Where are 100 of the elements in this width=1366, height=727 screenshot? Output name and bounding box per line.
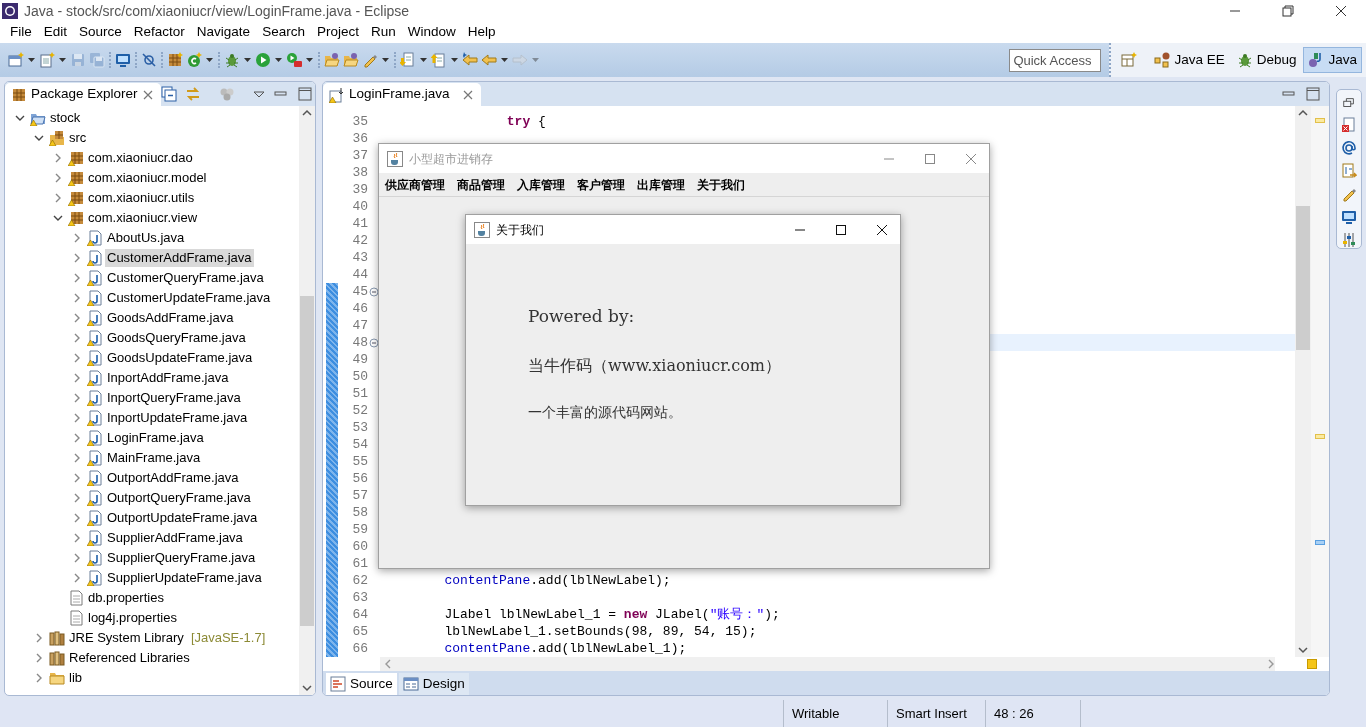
- close-icon[interactable]: [1333, 3, 1349, 19]
- tree-item[interactable]: SupplierQueryFrame.java: [105, 549, 258, 567]
- tree-item[interactable]: com.xiaoniucr.dao: [86, 149, 195, 167]
- tree-item[interactable]: com.xiaoniucr.model: [86, 169, 209, 187]
- tree-item[interactable]: GoodsQueryFrame.java: [105, 329, 248, 347]
- dropdown-caret-icon[interactable]: [381, 56, 390, 64]
- editor-tab[interactable]: Design: [398, 673, 469, 695]
- quick-access-field[interactable]: Quick Access: [1009, 48, 1102, 72]
- restore-icon[interactable]: [1342, 96, 1356, 110]
- pen-icon[interactable]: [1341, 186, 1357, 202]
- line-number: 60: [351, 537, 368, 556]
- open-folder-icon[interactable]: [343, 52, 359, 68]
- javadoc-icon[interactable]: [1341, 140, 1357, 156]
- tree-item[interactable]: SupplierAddFrame.java: [105, 529, 245, 547]
- horizontal-scrollbar[interactable]: [380, 657, 1275, 671]
- menu-item[interactable]: 出库管理: [637, 175, 685, 194]
- tree-item[interactable]: SupplierUpdateFrame.java: [105, 569, 264, 587]
- restore-icon[interactable]: [1280, 3, 1296, 19]
- dropdown-caret-icon[interactable]: [274, 56, 283, 64]
- tree-item[interactable]: OutportAddFrame.java: [105, 469, 241, 487]
- tree-item[interactable]: GoodsUpdateFrame.java: [105, 349, 255, 367]
- tree-item[interactable]: InportQueryFrame.java: [105, 389, 243, 407]
- menu-item[interactable]: Refactor: [127, 22, 191, 43]
- tree-item[interactable]: db.properties: [86, 589, 166, 607]
- menu-item[interactable]: 商品管理: [457, 175, 505, 194]
- warning-marker[interactable]: [1315, 434, 1325, 439]
- tree-item[interactable]: com.xiaoniucr.view: [86, 209, 200, 227]
- menu-item[interactable]: 客户管理: [577, 175, 625, 194]
- menu-item[interactable]: Source: [73, 22, 128, 43]
- close-icon[interactable]: [876, 223, 888, 236]
- collapse-all-icon[interactable]: [160, 86, 177, 102]
- run-tool-icon[interactable]: [286, 52, 302, 68]
- problems-view-icon[interactable]: [1341, 117, 1357, 133]
- open-perspective-icon[interactable]: [1121, 52, 1138, 68]
- menu-item[interactable]: 入库管理: [517, 175, 565, 194]
- package-icon[interactable]: [167, 52, 183, 68]
- tree-item[interactable]: InportUpdateFrame.java: [105, 409, 250, 427]
- filter-icon[interactable]: [218, 86, 235, 102]
- menu-item[interactable]: Project: [310, 22, 365, 43]
- collapse-icon[interactable]: [369, 337, 379, 348]
- tree-item[interactable]: CustomerQueryFrame.java: [105, 269, 266, 287]
- tree-item[interactable]: LoginFrame.java: [105, 429, 206, 447]
- menu-item[interactable]: 关于我们: [697, 175, 745, 194]
- scrollbar[interactable]: [1295, 106, 1311, 657]
- maximize-icon[interactable]: [835, 223, 847, 236]
- dropdown-caret-icon[interactable]: [243, 56, 252, 64]
- tree-item[interactable]: InportAddFrame.java: [105, 369, 231, 387]
- dropdown-caret-icon[interactable]: [305, 56, 314, 64]
- tree-item[interactable]: src: [67, 129, 89, 147]
- link-editor-icon[interactable]: [184, 86, 201, 102]
- line-number: 65: [351, 622, 368, 641]
- tree-item[interactable]: GoodsAddFrame.java: [105, 309, 236, 327]
- warning-marker[interactable]: [1315, 118, 1325, 123]
- dropdown-caret-icon[interactable]: [450, 56, 459, 64]
- dropdown-caret-icon[interactable]: [500, 56, 509, 64]
- perspective-button[interactable]: Debug: [1231, 47, 1302, 73]
- declaration-icon[interactable]: [1341, 163, 1357, 179]
- perspective-button[interactable]: Java EE: [1149, 47, 1230, 73]
- monitor-icon[interactable]: [115, 52, 131, 68]
- scrollbar-thumb[interactable]: [1296, 206, 1310, 350]
- console-icon[interactable]: [1341, 209, 1357, 225]
- view-menu-icon[interactable]: [252, 89, 265, 99]
- scrollbar-thumb[interactable]: [300, 296, 314, 626]
- menu-item[interactable]: File: [4, 22, 38, 43]
- scroll-left-icon[interactable]: [384, 659, 392, 669]
- tree-item[interactable]: JRE System Library: [67, 629, 186, 647]
- tree-item[interactable]: CustomerUpdateFrame.java: [105, 289, 273, 307]
- menu-item[interactable]: Search: [256, 22, 311, 43]
- perspective-button[interactable]: Java: [1303, 47, 1362, 73]
- menu-item[interactable]: Run: [364, 22, 402, 43]
- scroll-right-icon[interactable]: [1267, 659, 1275, 669]
- open-folder-icon[interactable]: [324, 52, 340, 68]
- class-icon[interactable]: [186, 52, 202, 68]
- dropdown-caret-icon[interactable]: [27, 56, 36, 64]
- menu-item[interactable]: Edit: [37, 22, 74, 43]
- tree-item[interactable]: AboutUs.java: [105, 229, 187, 247]
- scrollbar[interactable]: [299, 106, 315, 695]
- tree-item[interactable]: lib: [67, 669, 84, 687]
- tree-item[interactable]: Referenced Libraries: [67, 649, 192, 667]
- dropdown-caret-icon[interactable]: [419, 56, 428, 64]
- collapse-icon[interactable]: [369, 286, 379, 297]
- menu-item[interactable]: Help: [461, 22, 502, 43]
- menu-item[interactable]: Window: [401, 22, 462, 43]
- tree-item[interactable]: com.xiaoniucr.utils: [86, 189, 197, 207]
- sliders-icon[interactable]: [1341, 232, 1357, 248]
- menu-item[interactable]: 供应商管理: [385, 175, 445, 194]
- tree-item[interactable]: MainFrame.java: [105, 449, 203, 467]
- crossed-circle-icon[interactable]: [141, 52, 157, 68]
- tree-item[interactable]: OutportQueryFrame.java: [105, 489, 253, 507]
- dropdown-caret-icon[interactable]: [58, 56, 67, 64]
- tree-item[interactable]: OutportUpdateFrame.java: [105, 509, 260, 527]
- tree-item[interactable]: stock: [48, 109, 83, 127]
- tree-item[interactable]: log4j.properties: [86, 609, 179, 627]
- occurrence-marker[interactable]: [1315, 540, 1325, 545]
- editor-tab[interactable]: Source: [326, 673, 397, 695]
- tree-item[interactable]: CustomerAddFrame.java: [105, 249, 254, 267]
- dropdown-caret-icon[interactable]: [205, 56, 214, 64]
- line-number: 39: [351, 180, 368, 199]
- problems-marker[interactable]: [1307, 659, 1317, 669]
- menu-item[interactable]: Navigate: [190, 22, 257, 43]
